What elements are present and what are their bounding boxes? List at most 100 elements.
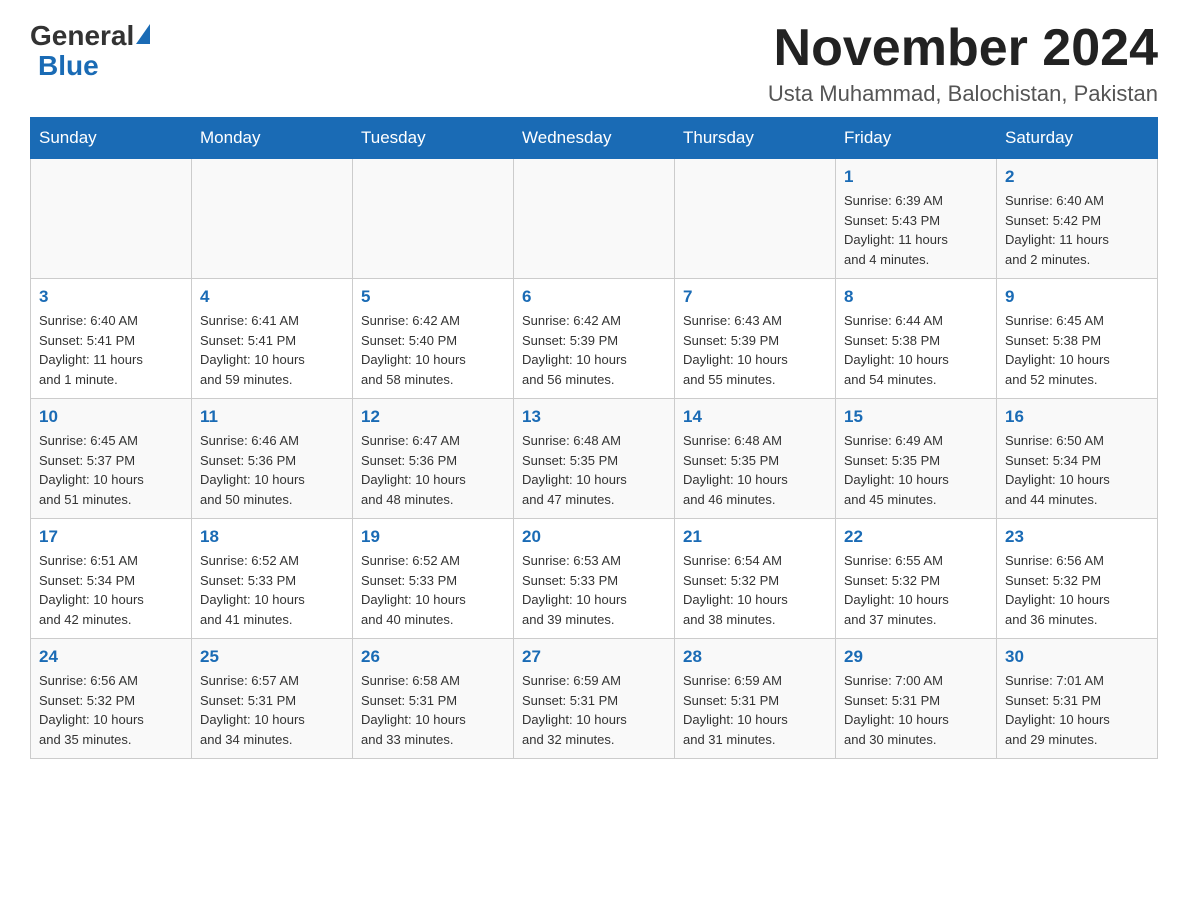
week-row-2: 3 Sunrise: 6:40 AMSunset: 5:41 PMDaylight… [31, 279, 1158, 399]
day-info: Sunrise: 6:42 AMSunset: 5:40 PMDaylight:… [361, 311, 505, 389]
week-row-1: 1Sunrise: 6:39 AMSunset: 5:43 PMDaylight… [31, 159, 1158, 279]
calendar-cell: 6Sunrise: 6:42 AMSunset: 5:39 PMDaylight… [514, 279, 675, 399]
day-number: 6 [522, 287, 666, 307]
day-number: 17 [39, 527, 183, 547]
day-number: 3 [39, 287, 183, 307]
day-number: 26 [361, 647, 505, 667]
calendar-cell: 29Sunrise: 7:00 AMSunset: 5:31 PMDayligh… [836, 639, 997, 759]
day-header-tuesday: Tuesday [353, 118, 514, 159]
day-info: Sunrise: 6:52 AMSunset: 5:33 PMDaylight:… [361, 551, 505, 629]
day-info: Sunrise: 6:41 AMSunset: 5:41 PMDaylight:… [200, 311, 344, 389]
day-info: Sunrise: 6:46 AMSunset: 5:36 PMDaylight:… [200, 431, 344, 509]
day-info: Sunrise: 6:59 AMSunset: 5:31 PMDaylight:… [683, 671, 827, 749]
day-number: 23 [1005, 527, 1149, 547]
day-number: 2 [1005, 167, 1149, 187]
calendar-cell: 26 Sunrise: 6:58 AMSunset: 5:31 PMDayligh… [353, 639, 514, 759]
header: General Blue November 2024 Usta Muhammad… [30, 20, 1158, 107]
calendar-cell: 17 Sunrise: 6:51 AMSunset: 5:34 PMDayligh… [31, 519, 192, 639]
calendar-cell: 18 Sunrise: 6:52 AMSunset: 5:33 PMDayligh… [192, 519, 353, 639]
logo-general-text: General [30, 20, 134, 52]
day-info: Sunrise: 6:51 AMSunset: 5:34 PMDaylight:… [39, 551, 183, 629]
day-info: Sunrise: 6:40 AMSunset: 5:41 PMDaylight:… [39, 311, 183, 389]
calendar-table: SundayMondayTuesdayWednesdayThursdayFrid… [30, 117, 1158, 759]
calendar-cell: 9 Sunrise: 6:45 AMSunset: 5:38 PMDaylight… [997, 279, 1158, 399]
day-number: 30 [1005, 647, 1149, 667]
day-number: 1 [844, 167, 988, 187]
title-area: November 2024 Usta Muhammad, Balochistan… [768, 20, 1158, 107]
day-number: 11 [200, 407, 344, 427]
day-header-wednesday: Wednesday [514, 118, 675, 159]
day-number: 19 [361, 527, 505, 547]
day-number: 10 [39, 407, 183, 427]
day-number: 27 [522, 647, 666, 667]
day-number: 22 [844, 527, 988, 547]
day-header-thursday: Thursday [675, 118, 836, 159]
calendar-cell: 20 Sunrise: 6:53 AMSunset: 5:33 PMDayligh… [514, 519, 675, 639]
day-number: 12 [361, 407, 505, 427]
days-header-row: SundayMondayTuesdayWednesdayThursdayFrid… [31, 118, 1158, 159]
day-info: Sunrise: 6:45 AMSunset: 5:38 PMDaylight:… [1005, 311, 1149, 389]
day-header-sunday: Sunday [31, 118, 192, 159]
day-info: Sunrise: 6:49 AMSunset: 5:35 PMDaylight:… [844, 431, 988, 509]
day-number: 15 [844, 407, 988, 427]
calendar-cell: 24 Sunrise: 6:56 AMSunset: 5:32 PMDayligh… [31, 639, 192, 759]
calendar-cell: 28 Sunrise: 6:59 AMSunset: 5:31 PMDayligh… [675, 639, 836, 759]
calendar-cell: 16 Sunrise: 6:50 AMSunset: 5:34 PMDayligh… [997, 399, 1158, 519]
day-header-saturday: Saturday [997, 118, 1158, 159]
day-info: Sunrise: 6:48 AMSunset: 5:35 PMDaylight:… [683, 431, 827, 509]
day-number: 14 [683, 407, 827, 427]
calendar-cell: 15 Sunrise: 6:49 AMSunset: 5:35 PMDayligh… [836, 399, 997, 519]
day-info: Sunrise: 6:57 AMSunset: 5:31 PMDaylight:… [200, 671, 344, 749]
calendar-cell: 25 Sunrise: 6:57 AMSunset: 5:31 PMDayligh… [192, 639, 353, 759]
week-row-3: 10 Sunrise: 6:45 AMSunset: 5:37 PMDayligh… [31, 399, 1158, 519]
day-info: Sunrise: 6:55 AMSunset: 5:32 PMDaylight:… [844, 551, 988, 629]
day-number: 24 [39, 647, 183, 667]
day-number: 18 [200, 527, 344, 547]
logo-triangle-icon [136, 24, 150, 44]
logo-blue-text: Blue [38, 50, 99, 82]
day-info: Sunrise: 6:54 AMSunset: 5:32 PMDaylight:… [683, 551, 827, 629]
day-number: 25 [200, 647, 344, 667]
day-info: Sunrise: 6:50 AMSunset: 5:34 PMDaylight:… [1005, 431, 1149, 509]
day-info: Sunrise: 6:40 AMSunset: 5:42 PMDaylight:… [1005, 191, 1149, 269]
day-number: 13 [522, 407, 666, 427]
day-number: 9 [1005, 287, 1149, 307]
day-info: Sunrise: 6:47 AMSunset: 5:36 PMDaylight:… [361, 431, 505, 509]
calendar-cell [514, 159, 675, 279]
day-info: Sunrise: 6:52 AMSunset: 5:33 PMDaylight:… [200, 551, 344, 629]
calendar-cell: 21 Sunrise: 6:54 AMSunset: 5:32 PMDayligh… [675, 519, 836, 639]
calendar-cell: 4 Sunrise: 6:41 AMSunset: 5:41 PMDaylight… [192, 279, 353, 399]
day-number: 7 [683, 287, 827, 307]
calendar-cell [192, 159, 353, 279]
calendar-cell [31, 159, 192, 279]
calendar-cell [353, 159, 514, 279]
day-header-friday: Friday [836, 118, 997, 159]
calendar-cell: 11 Sunrise: 6:46 AMSunset: 5:36 PMDayligh… [192, 399, 353, 519]
day-number: 20 [522, 527, 666, 547]
calendar-cell: 2 Sunrise: 6:40 AMSunset: 5:42 PMDaylight… [997, 159, 1158, 279]
day-number: 21 [683, 527, 827, 547]
calendar-cell: 5 Sunrise: 6:42 AMSunset: 5:40 PMDaylight… [353, 279, 514, 399]
calendar-cell: 10 Sunrise: 6:45 AMSunset: 5:37 PMDayligh… [31, 399, 192, 519]
day-info: Sunrise: 6:43 AMSunset: 5:39 PMDaylight:… [683, 311, 827, 389]
day-number: 4 [200, 287, 344, 307]
calendar-cell: 23Sunrise: 6:56 AMSunset: 5:32 PMDayligh… [997, 519, 1158, 639]
day-info: Sunrise: 6:53 AMSunset: 5:33 PMDaylight:… [522, 551, 666, 629]
day-number: 8 [844, 287, 988, 307]
calendar-cell: 27Sunrise: 6:59 AMSunset: 5:31 PMDayligh… [514, 639, 675, 759]
day-info: Sunrise: 6:48 AMSunset: 5:35 PMDaylight:… [522, 431, 666, 509]
calendar-cell: 19 Sunrise: 6:52 AMSunset: 5:33 PMDayligh… [353, 519, 514, 639]
calendar-cell [675, 159, 836, 279]
day-info: Sunrise: 6:45 AMSunset: 5:37 PMDaylight:… [39, 431, 183, 509]
day-number: 5 [361, 287, 505, 307]
day-info: Sunrise: 6:56 AMSunset: 5:32 PMDaylight:… [39, 671, 183, 749]
day-number: 28 [683, 647, 827, 667]
logo-row2: Blue [38, 52, 99, 82]
logo: General [30, 20, 152, 52]
calendar-cell: 8Sunrise: 6:44 AMSunset: 5:38 PMDaylight… [836, 279, 997, 399]
calendar-cell: 12 Sunrise: 6:47 AMSunset: 5:36 PMDayligh… [353, 399, 514, 519]
day-info: Sunrise: 6:58 AMSunset: 5:31 PMDaylight:… [361, 671, 505, 749]
calendar-cell: 3 Sunrise: 6:40 AMSunset: 5:41 PMDaylight… [31, 279, 192, 399]
day-number: 16 [1005, 407, 1149, 427]
day-header-monday: Monday [192, 118, 353, 159]
